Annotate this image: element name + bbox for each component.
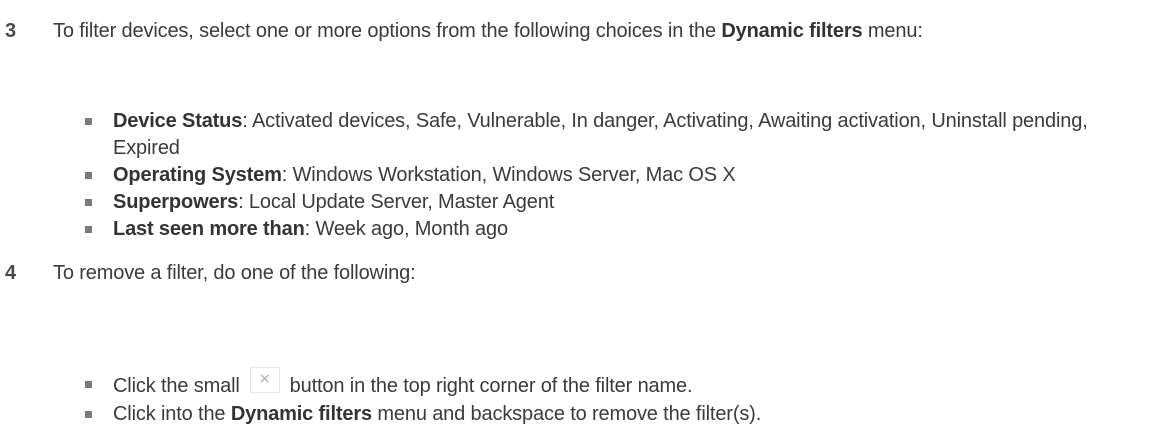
step-3-instruction: To filter devices, select one or more op… [53, 20, 923, 42]
close-icon: × [249, 367, 280, 393]
bullet-square-icon [85, 172, 92, 179]
bullet-square-icon [85, 381, 92, 388]
step-number: 3 [5, 20, 17, 42]
step-4-instruction: To remove a filter, do one of the follow… [53, 262, 416, 284]
dynamic-filters-term: Dynamic filters [230, 403, 372, 425]
bullet-square-icon [85, 226, 92, 233]
step-number: 4 [5, 262, 17, 284]
bullet-square-icon [85, 411, 92, 418]
dynamic-filters-term: Dynamic filters [721, 20, 863, 42]
bullet-square-icon [85, 118, 92, 125]
bullet-square-icon [85, 199, 92, 206]
